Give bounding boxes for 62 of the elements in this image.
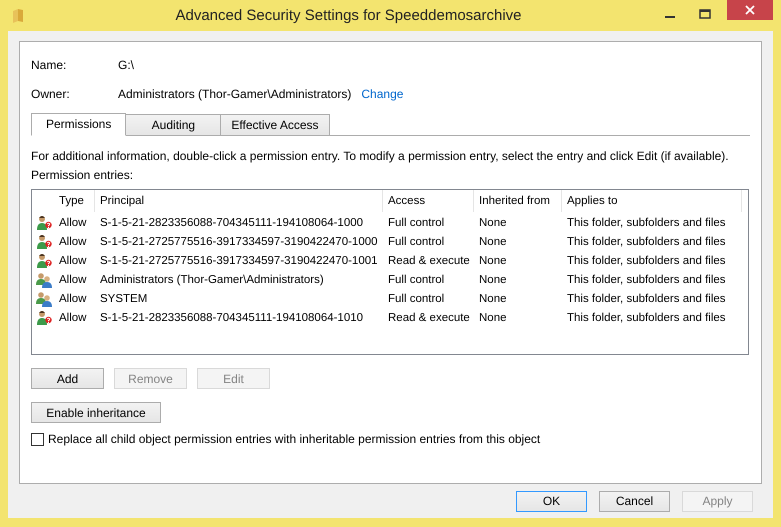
info-text: For additional information, double-click a permission entry. To modify a permission entry, select the entry and click Edit (if available). (31, 135, 750, 163)
change-link[interactable]: Change (361, 87, 404, 101)
user-question-icon (36, 252, 52, 268)
close-button[interactable] (727, 0, 773, 20)
table-cell-text: None (478, 274, 508, 286)
table-cell-text: SYSTEM (99, 292, 148, 304)
table-cell-text: None (478, 236, 508, 248)
tab[interactable]: Permissions (31, 113, 126, 136)
owner-value: Administrators (Thor-Gamer\Administrators) (118, 87, 352, 101)
column-header[interactable]: Access (383, 190, 474, 212)
table-cell-text: Full control (387, 236, 446, 248)
user-question-icon (36, 234, 52, 250)
table-cell-text: This folder, subfolders and files (566, 312, 727, 324)
table-cell-text: Full control (387, 292, 446, 304)
table-cell-text: Full control (387, 274, 446, 286)
table-cell-text: Read & execute (387, 254, 471, 266)
close-icon (745, 5, 755, 15)
column-header[interactable]: Applies to (562, 190, 742, 212)
table-cell-text: Allow (58, 292, 88, 304)
checkbox-label: Replace all child object permission entries with inheritable permission entries from this object (48, 432, 540, 446)
enable-inheritance-button[interactable]: Enable inheritance (31, 402, 161, 423)
name-label: Name: (31, 58, 68, 72)
table-cell-text: None (478, 312, 508, 324)
tab[interactable]: Auditing (125, 114, 222, 136)
table-cell-text: S-1-5-21-2725775516-3917334597-3190422470-1001 (99, 254, 379, 266)
column-header[interactable]: Inherited from (474, 190, 562, 212)
table-cell-text: This folder, subfolders and files (566, 292, 727, 304)
table-cell-text: Full control (387, 216, 446, 228)
entries-label: Permission entries: (31, 168, 134, 182)
user-question-icon (36, 310, 52, 326)
table-cell-text: S-1-5-21-2725775516-3917334597-3190422470-1000 (99, 236, 379, 248)
table-cell-text: Administrators (Thor-Gamer\Administrators) (99, 274, 325, 286)
folder-icon (12, 8, 24, 22)
tab[interactable]: Effective Access (220, 114, 330, 136)
entry-button[interactable]: Add (31, 368, 104, 389)
window-title: Advanced Security Settings for Speeddemosarchive (174, 7, 523, 24)
table-cell-text: Allow (58, 236, 88, 248)
table-cell-text: S-1-5-21-2823356088-704345111-194108064-1000 (99, 216, 364, 228)
table-cell-text: Allow (58, 254, 88, 266)
table-cell-text: Allow (58, 312, 88, 324)
checkbox[interactable] (31, 432, 44, 446)
maximize-icon[interactable] (699, 9, 711, 19)
user-question-icon (36, 214, 52, 230)
table-cell-text: None (478, 292, 508, 304)
table-cell-text: Allow (58, 274, 88, 286)
column-header[interactable]: Type (54, 190, 95, 212)
dialog-button[interactable]: Cancel (599, 490, 670, 512)
table-cell-text: Read & execute (387, 312, 471, 324)
table-cell-text: None (478, 216, 508, 228)
table-cell-text: This folder, subfolders and files (566, 274, 727, 286)
table-cell-text: Allow (58, 216, 88, 228)
table-cell-text: This folder, subfolders and files (566, 254, 727, 266)
table-cell-text: This folder, subfolders and files (566, 236, 727, 248)
name-value: G:\ (118, 58, 134, 72)
table-cell-text: None (478, 254, 508, 266)
user-group-icon (36, 272, 52, 288)
column-header[interactable]: Principal (95, 190, 383, 212)
dialog-button[interactable]: OK (516, 490, 587, 512)
table-cell-text: This folder, subfolders and files (566, 216, 727, 228)
owner-label: Owner: (31, 87, 71, 101)
user-group-icon (36, 290, 52, 306)
table-cell-text: S-1-5-21-2823356088-704345111-194108064-1010 (99, 312, 364, 324)
